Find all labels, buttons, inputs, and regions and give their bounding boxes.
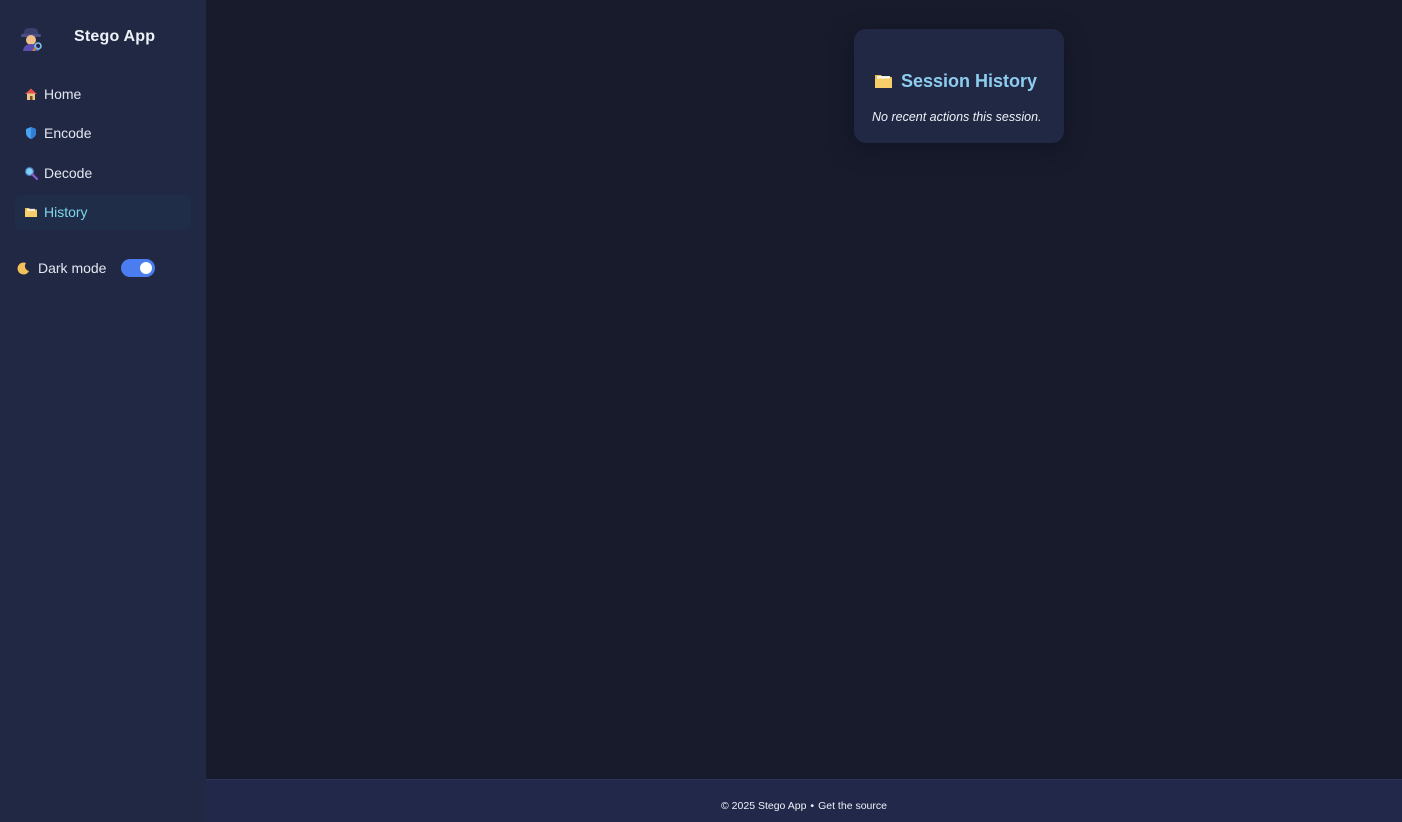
session-history-card: Session History No recent actions this s… <box>854 29 1064 143</box>
card-title-text: Session History <box>901 70 1038 91</box>
toggle-knob <box>140 262 153 274</box>
footer-separator: • <box>810 800 815 812</box>
app-root: Stego App Home Encode Decode History Dar… <box>0 0 1402 822</box>
sidebar-item-encode[interactable]: Encode <box>15 116 191 151</box>
detective-icon <box>18 25 44 51</box>
dark-mode-label: Dark mode <box>38 260 107 276</box>
footer: © 2025 Stego App • Get the source <box>206 779 1402 822</box>
sidebar-item-label: History <box>44 204 88 221</box>
card-title: Session History <box>874 70 1037 92</box>
source-link[interactable]: Get the source <box>818 800 887 812</box>
sidebar-item-label: Decode <box>44 164 93 181</box>
moon-icon <box>17 261 30 275</box>
empty-history-message: No recent actions this session. <box>872 110 1042 124</box>
folder-icon <box>24 205 38 219</box>
app-title: Stego App <box>74 28 156 45</box>
sidebar: Stego App Home Encode Decode History Dar… <box>0 0 206 822</box>
sidebar-item-home[interactable]: Home <box>15 76 191 111</box>
sidebar-item-label: Home <box>44 85 82 102</box>
house-icon <box>24 87 38 101</box>
dark-mode-toggle[interactable] <box>121 259 156 277</box>
dark-mode-row: Dark mode <box>17 258 156 278</box>
sidebar-nav: Home Encode Decode History <box>15 76 191 234</box>
footer-copyright: © 2025 Stego App <box>721 800 807 812</box>
brand[interactable]: Stego App <box>18 24 155 52</box>
sidebar-item-label: Encode <box>44 125 92 142</box>
folder-icon <box>874 73 893 89</box>
sidebar-item-decode[interactable]: Decode <box>15 155 191 190</box>
sidebar-item-history[interactable]: History <box>15 194 191 230</box>
shield-icon <box>24 126 38 140</box>
magnifier-icon <box>24 166 38 180</box>
main-content: Session History No recent actions this s… <box>206 0 1402 779</box>
